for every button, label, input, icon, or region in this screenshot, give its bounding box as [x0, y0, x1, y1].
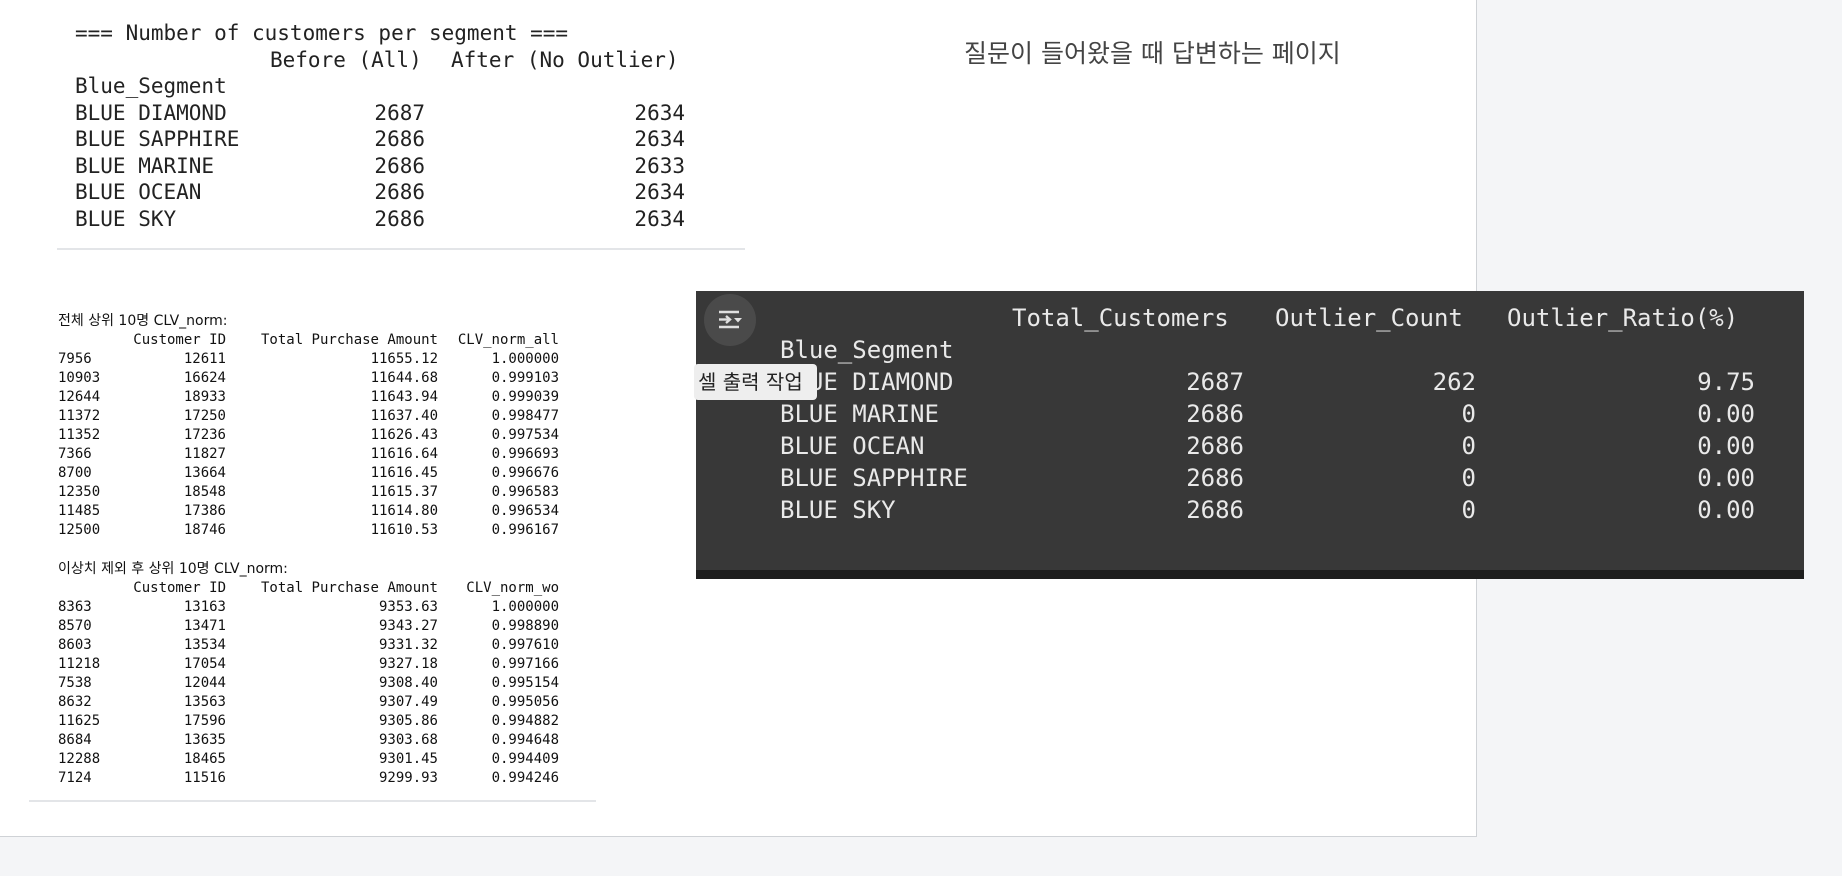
col-header-clv: CLV_norm_wo — [466, 580, 559, 596]
after-count: 2634 — [634, 127, 685, 151]
clv-value: 0.997610 — [491, 637, 559, 653]
output-actions-tooltip: 셀 출력 작업 — [694, 364, 817, 400]
table-row: 11625 17596 9305.86 0.994882 — [58, 712, 559, 731]
clv-value: 0.996676 — [491, 465, 559, 481]
clv-value: 0.996583 — [491, 484, 559, 500]
segment-counts-output: === Number of customers per segment === … — [75, 20, 685, 233]
col-header-clv: CLV_norm_all — [457, 332, 559, 348]
divider — [57, 248, 745, 250]
table-row: 11485 17386 11614.80 0.996534 — [58, 502, 559, 521]
outlier-ratio: 0.00 — [1697, 400, 1755, 428]
table-row: 12500 18746 11610.53 0.996167 — [58, 521, 559, 540]
outlier-output-panel: Total_Customers Outlier_Count Outlier_Ra… — [696, 291, 1804, 579]
outlier-ratio: 0.00 — [1697, 432, 1755, 460]
after-count: 2634 — [634, 206, 685, 231]
clv-value: 0.994409 — [491, 751, 559, 767]
table-row: 8570 13471 9343.27 0.998890 — [58, 617, 559, 636]
after-count: 2634 — [634, 180, 685, 204]
table-row: 8700 13664 11616.45 0.996676 — [58, 464, 559, 483]
table-row: 7956 12611 11655.12 1.000000 — [58, 350, 559, 369]
table-row: BLUE SAPPHIRE 2686 0 0.00 — [696, 464, 1804, 496]
top10-wo-table: 이상치 제외 후 상위 10명 CLV_norm: Customer ID To… — [58, 560, 559, 788]
clv-value: 0.998890 — [491, 618, 559, 634]
table-row: 12288 18465 9301.45 0.994409 — [58, 750, 559, 769]
clv-value: 0.995154 — [491, 675, 559, 691]
outlier-ratio: 0.00 — [1697, 496, 1755, 524]
table-caption: 전체 상위 10명 CLV_norm: — [58, 313, 228, 329]
top10-all-table: 전체 상위 10명 CLV_norm: Customer ID Total Pu… — [58, 312, 559, 540]
table-row: BLUE MARINE 2686 2633 — [75, 153, 685, 180]
table-row: 7538 12044 9308.40 0.995154 — [58, 674, 559, 693]
clv-value: 1.000000 — [491, 351, 559, 367]
table-row: BLUE SKY 2686 0 0.00 — [696, 496, 1804, 528]
table-row: BLUE OCEAN 2686 2634 — [75, 179, 685, 206]
col-header-outlier-ratio: Outlier_Ratio(%) — [1507, 304, 1739, 332]
after-count: 2634 — [634, 100, 685, 125]
output-actions-icon — [719, 310, 742, 329]
table-row: BLUE DIAMOND 2687 2634 — [75, 100, 685, 127]
clv-value: 0.998477 — [491, 408, 559, 424]
outlier-ratio: 9.75 — [1697, 368, 1755, 396]
table-row: 7124 11516 9299.93 0.994246 — [58, 769, 559, 788]
clv-value: 0.994246 — [491, 770, 559, 786]
clv-value: 0.995056 — [491, 694, 559, 710]
table-row: 7366 11827 11616.64 0.996693 — [58, 445, 559, 464]
table-row: 8363 13163 9353.63 1.000000 — [58, 598, 559, 617]
table-row: 11372 17250 11637.40 0.998477 — [58, 407, 559, 426]
after-count: 2633 — [634, 153, 685, 178]
index-name: Blue_Segment — [75, 74, 227, 98]
segment-counts-title: === Number of customers per segment === — [75, 21, 569, 45]
col-header-total-customers: Total_Customers — [1012, 304, 1229, 332]
table-caption: 이상치 제외 후 상위 10명 CLV_norm: — [58, 561, 288, 577]
output-actions-button[interactable] — [704, 294, 756, 346]
col-after-header: After (No Outlier) — [451, 47, 679, 72]
panel-bottom-bar — [696, 570, 1804, 579]
table-row: 8684 13635 9303.68 0.994648 — [58, 731, 559, 750]
clv-value: 1.000000 — [491, 599, 559, 615]
table-row: BLUE SAPPHIRE 2686 2634 — [75, 126, 685, 153]
table-row: BLUE DIAMOND 2687 262 9.75 — [696, 368, 1804, 400]
table-row: 11218 17054 9327.18 0.997166 — [58, 655, 559, 674]
table-row: 8632 13563 9307.49 0.995056 — [58, 693, 559, 712]
page-caption: 질문이 들어왔을 때 답변하는 페이지 — [964, 39, 1341, 68]
table-row: 12644 18933 11643.94 0.999039 — [58, 388, 559, 407]
divider — [29, 800, 596, 802]
clv-value: 0.996693 — [491, 446, 559, 462]
clv-value: 0.996534 — [491, 503, 559, 519]
clv-value: 0.999103 — [491, 370, 559, 386]
col-before-header: Before (All) — [270, 47, 422, 72]
table-row: 11352 17236 11626.43 0.997534 — [58, 426, 559, 445]
col-header-outlier-count: Outlier_Count — [1275, 304, 1463, 332]
clv-value: 0.999039 — [491, 389, 559, 405]
table-row: BLUE SKY 2686 2634 — [75, 206, 685, 233]
table-row: 10903 16624 11644.68 0.999103 — [58, 369, 559, 388]
table-row: BLUE OCEAN 2686 0 0.00 — [696, 432, 1804, 464]
table-row: BLUE MARINE 2686 0 0.00 — [696, 400, 1804, 432]
table-row: 8603 13534 9331.32 0.997610 — [58, 636, 559, 655]
clv-value: 0.996167 — [491, 522, 559, 538]
table-row: 12350 18548 11615.37 0.996583 — [58, 483, 559, 502]
clv-value: 0.997166 — [491, 656, 559, 672]
clv-value: 0.994648 — [491, 732, 559, 748]
outlier-ratio: 0.00 — [1697, 464, 1755, 492]
clv-value: 0.994882 — [491, 713, 559, 729]
clv-value: 0.997534 — [491, 427, 559, 443]
index-name: Blue_Segment — [780, 336, 954, 364]
